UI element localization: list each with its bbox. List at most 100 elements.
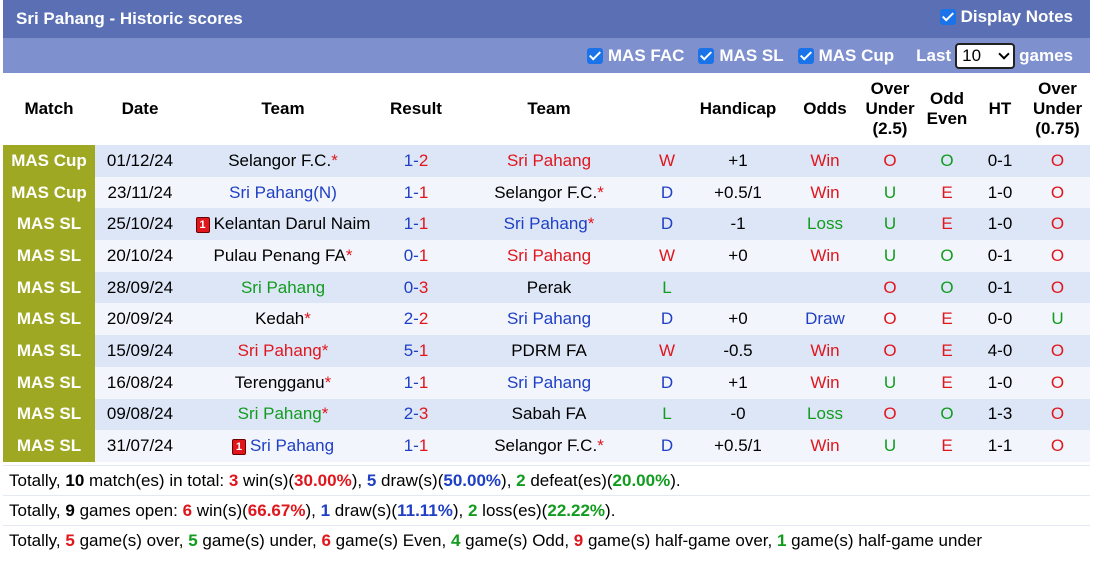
match-date: 23/11/24 bbox=[95, 176, 185, 209]
over-under-value: O bbox=[861, 145, 919, 177]
away-team-link[interactable]: Sri Pahang bbox=[507, 151, 591, 170]
match-competition[interactable]: MAS SL bbox=[3, 303, 95, 336]
match-result[interactable]: 1-1 bbox=[381, 176, 451, 209]
display-notes-toggle[interactable]: Display Notes bbox=[939, 7, 1073, 27]
match-result[interactable]: 1-1 bbox=[381, 208, 451, 241]
away-team-link[interactable]: Selangor F.C. bbox=[494, 183, 597, 202]
match-competition[interactable]: MAS SL bbox=[3, 366, 95, 399]
match-outcome: W bbox=[647, 240, 687, 272]
col-over-under: Over Under (2.5) bbox=[861, 73, 919, 145]
match-competition[interactable]: MAS SL bbox=[3, 398, 95, 431]
match-result[interactable]: 0-1 bbox=[381, 240, 451, 272]
red-card-icon: 1 bbox=[195, 217, 210, 234]
half-over-under-value: O bbox=[1025, 145, 1090, 177]
over-under-value: O bbox=[861, 303, 919, 336]
display-notes-checkbox[interactable] bbox=[939, 9, 956, 25]
match-outcome: D bbox=[647, 303, 687, 336]
home-team-cell: Sri Pahang bbox=[185, 271, 381, 304]
home-team-link[interactable]: Sri Pahang bbox=[238, 404, 322, 423]
score-away: 1 bbox=[418, 436, 429, 456]
home-team-link[interactable]: Kedah bbox=[255, 309, 304, 328]
match-date: 09/08/24 bbox=[95, 398, 185, 431]
home-team-link[interactable]: Pulau Penang FA bbox=[214, 246, 346, 265]
away-team-link[interactable]: Sri Pahang bbox=[504, 214, 588, 233]
match-result[interactable]: 2-2 bbox=[381, 303, 451, 336]
half-over-under-value: O bbox=[1025, 430, 1090, 462]
match-date: 16/08/24 bbox=[95, 366, 185, 399]
away-team-link[interactable]: Sri Pahang bbox=[507, 373, 591, 392]
match-result[interactable]: 5-1 bbox=[381, 335, 451, 367]
competition-filters: MAS FAC MAS SL MAS Cup Last 10 games bbox=[586, 42, 1073, 69]
half-time-score: 1-0 bbox=[975, 366, 1025, 399]
match-result[interactable]: 1-1 bbox=[381, 430, 451, 462]
home-team-link[interactable]: Sri Pahang bbox=[238, 341, 322, 360]
home-team-link[interactable]: Sri Pahang bbox=[241, 278, 325, 297]
match-result[interactable]: 2-3 bbox=[381, 398, 451, 431]
handicap-value: +0.5/1 bbox=[687, 430, 789, 462]
home-team-link[interactable]: Selangor F.C. bbox=[228, 151, 331, 170]
match-competition[interactable]: MAS SL bbox=[3, 430, 95, 462]
over-under-value: U bbox=[861, 208, 919, 241]
filter-mas-cup-checkbox[interactable] bbox=[797, 47, 814, 64]
home-team-link[interactable]: Sri Pahang bbox=[250, 436, 334, 455]
filter-mas-fac-label[interactable]: MAS FAC bbox=[608, 46, 685, 66]
home-team-link[interactable]: Terengganu bbox=[235, 373, 325, 392]
home-team-cell: 1 Kelantan Darul Naim bbox=[185, 208, 381, 241]
away-team-cell: Selangor F.C.* bbox=[451, 430, 647, 462]
scores-table-body: MAS Cup 01/12/24 Selangor F.C.* 1-2 Sri Paha… bbox=[3, 145, 1090, 462]
match-outcome: D bbox=[647, 208, 687, 241]
odds-result: Loss bbox=[789, 208, 861, 241]
match-competition[interactable]: MAS Cup bbox=[3, 176, 95, 209]
home-team-cell: Pulau Penang FA* bbox=[185, 240, 381, 272]
odds-result bbox=[789, 271, 861, 304]
half-over-under-value: O bbox=[1025, 176, 1090, 209]
home-team-link[interactable]: Sri Pahang bbox=[229, 183, 313, 202]
away-team-link[interactable]: Selangor F.C. bbox=[494, 436, 597, 455]
match-competition[interactable]: MAS SL bbox=[3, 335, 95, 367]
away-team-link[interactable]: PDRM FA bbox=[511, 341, 587, 360]
match-result[interactable]: 0-3 bbox=[381, 271, 451, 304]
handicap-value bbox=[687, 271, 789, 304]
odd-even-value: E bbox=[919, 430, 975, 462]
col-odds: Odds bbox=[789, 73, 861, 145]
half-time-score: 0-0 bbox=[975, 303, 1025, 336]
odd-even-value: O bbox=[919, 271, 975, 304]
match-competition[interactable]: MAS SL bbox=[3, 240, 95, 272]
odd-even-value: E bbox=[919, 208, 975, 241]
away-team-link[interactable]: Sabah FA bbox=[512, 404, 587, 423]
match-date: 15/09/24 bbox=[95, 335, 185, 367]
filter-mas-sl-label[interactable]: MAS SL bbox=[719, 46, 783, 66]
half-time-score: 1-1 bbox=[975, 430, 1025, 462]
score-home: 1 bbox=[403, 182, 414, 202]
last-label: Last bbox=[916, 45, 952, 65]
score-away: 1 bbox=[418, 372, 429, 392]
filter-mas-fac-checkbox[interactable] bbox=[586, 47, 603, 64]
table-row: MAS SL 28/09/24 Sri Pahang 0-3 Perak L O O 0-1 O bbox=[3, 271, 1090, 304]
filter-bar: MAS FAC MAS SL MAS Cup Last 10 games bbox=[3, 38, 1090, 73]
over-under-value: O bbox=[861, 398, 919, 431]
match-competition[interactable]: MAS SL bbox=[3, 208, 95, 241]
match-result[interactable]: 1-1 bbox=[381, 366, 451, 399]
away-team-link[interactable]: Sri Pahang bbox=[507, 309, 591, 328]
summary-handicap: Totally, 9 games open: 6 win(s)(66.67%),… bbox=[3, 495, 1090, 525]
filter-mas-cup-label[interactable]: MAS Cup bbox=[819, 46, 895, 66]
score-home: 0 bbox=[403, 277, 414, 297]
score-home: 1 bbox=[403, 436, 414, 456]
half-over-under-value: O bbox=[1025, 240, 1090, 272]
handicap-value: -0 bbox=[687, 398, 789, 431]
match-result[interactable]: 1-2 bbox=[381, 145, 451, 177]
match-date: 20/09/24 bbox=[95, 303, 185, 336]
match-competition[interactable]: MAS Cup bbox=[3, 145, 95, 177]
odd-even-value: O bbox=[919, 398, 975, 431]
filter-mas-sl-checkbox[interactable] bbox=[698, 47, 715, 64]
away-team-link[interactable]: Sri Pahang bbox=[507, 246, 591, 265]
table-row: MAS Cup 23/11/24 Sri Pahang(N) 1-1 Selangor … bbox=[3, 176, 1090, 209]
home-team-link[interactable]: Kelantan Darul Naim bbox=[214, 214, 371, 233]
match-competition[interactable]: MAS SL bbox=[3, 271, 95, 304]
last-games-select[interactable]: 10 bbox=[955, 42, 1016, 69]
away-team-cell: Perak bbox=[451, 271, 647, 304]
match-date: 28/09/24 bbox=[95, 271, 185, 304]
score-away: 1 bbox=[418, 182, 429, 202]
half-time-score: 0-1 bbox=[975, 145, 1025, 177]
away-team-link[interactable]: Perak bbox=[527, 278, 571, 297]
